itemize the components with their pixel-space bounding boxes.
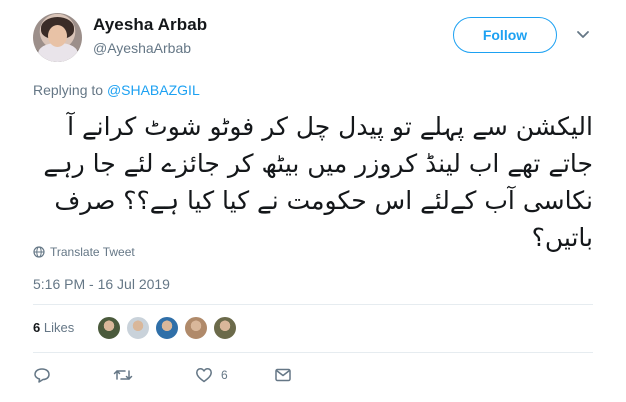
timestamp[interactable]: 5:16 PM - 16 Jul 2019 bbox=[33, 276, 170, 292]
envelope-icon bbox=[275, 368, 291, 382]
liker-avatar[interactable] bbox=[155, 316, 179, 340]
replying-to: Replying to @SHABAZGIL bbox=[33, 82, 200, 98]
divider bbox=[33, 352, 593, 353]
replying-prefix: Replying to bbox=[33, 82, 104, 98]
liker-avatar[interactable] bbox=[126, 316, 150, 340]
reply-button[interactable] bbox=[33, 366, 51, 384]
likes-label: Likes bbox=[43, 320, 75, 335]
retweet-icon bbox=[113, 370, 133, 380]
like-button[interactable]: 6 bbox=[195, 366, 228, 384]
direct-message-button[interactable] bbox=[274, 366, 292, 384]
liker-avatar[interactable] bbox=[97, 316, 121, 340]
likes-count: 6 bbox=[33, 320, 41, 335]
tweet-text: الیکشن سے پہلے تو پیدل چل کر فوٹو شوٹ کر… bbox=[43, 112, 593, 252]
divider bbox=[33, 304, 593, 305]
reply-icon bbox=[34, 368, 50, 383]
retweet-button[interactable] bbox=[113, 366, 133, 384]
translate-label[interactable]: Translate Tweet bbox=[50, 245, 135, 259]
avatar-face bbox=[48, 25, 67, 47]
like-count: 6 bbox=[221, 368, 228, 382]
heart-icon bbox=[196, 368, 212, 383]
likes-summary[interactable]: 6 Likes bbox=[33, 320, 74, 335]
likers-list bbox=[97, 316, 242, 340]
liker-avatar[interactable] bbox=[213, 316, 237, 340]
translate-tweet[interactable]: Translate Tweet bbox=[33, 245, 135, 259]
user-name[interactable]: Ayesha Arbab bbox=[93, 15, 207, 35]
avatar[interactable] bbox=[33, 13, 82, 62]
globe-icon bbox=[33, 246, 45, 258]
tweet-actions: 6 bbox=[33, 366, 333, 388]
liker-avatar[interactable] bbox=[184, 316, 208, 340]
replying-mention[interactable]: @SHABAZGIL bbox=[107, 82, 200, 98]
chevron-down-icon[interactable] bbox=[574, 25, 592, 43]
user-handle[interactable]: @AyeshaArbab bbox=[93, 40, 191, 56]
follow-button[interactable]: Follow bbox=[453, 17, 557, 53]
